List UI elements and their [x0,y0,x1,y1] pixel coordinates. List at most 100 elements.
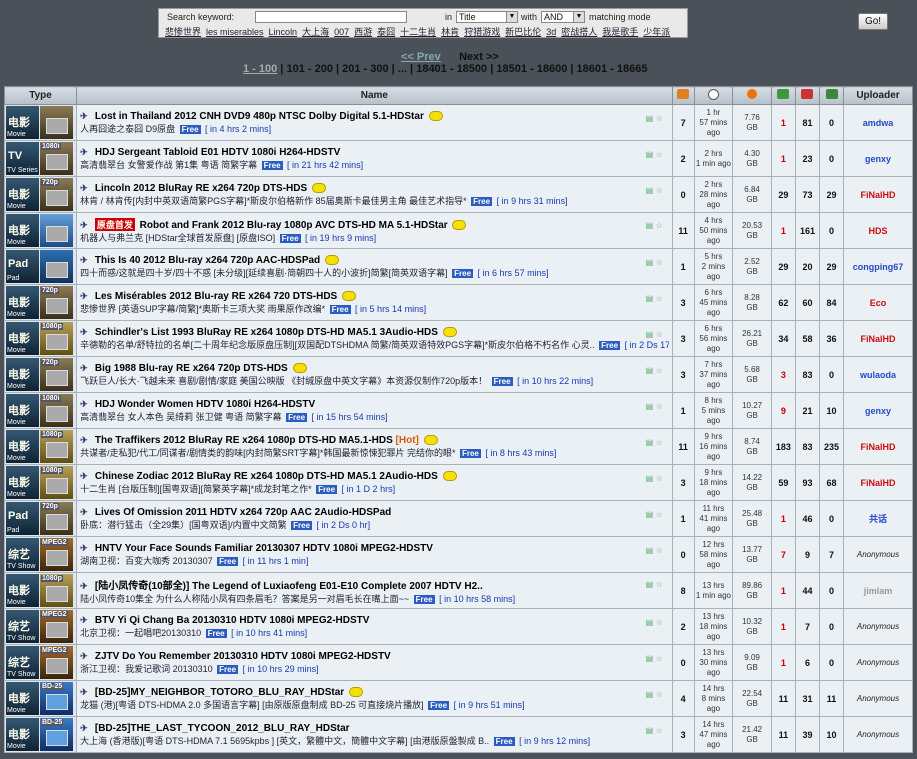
category-icon[interactable]: Pad Pad [6,502,39,535]
table-row[interactable]: 综艺 TV Show MPEG2 ✈ BTV Yi Qi Chang Ba 201… [3,608,913,645]
col-name[interactable]: Name [76,86,673,105]
uploader-name[interactable]: genxy [843,140,913,177]
download-icon[interactable]: ▤ [646,294,656,304]
download-icon[interactable]: ▤ [646,221,656,231]
seeders-count[interactable]: 62 [770,284,796,321]
download-icon[interactable]: ▤ [646,690,656,700]
table-row[interactable]: 电影 Movie ✈ Lost in Thailand 2012 CNH DVD9… [3,104,913,141]
download-icon[interactable]: ▤ [646,186,656,196]
table-row[interactable]: 综艺 TV Show MPEG2 ✈ HNTV Your Face Sounds … [3,536,913,573]
seeders-count[interactable]: 11 [770,680,796,717]
completed-count[interactable]: 0 [818,212,845,249]
uploader-name[interactable]: Anonymous [843,680,913,717]
category-icon[interactable]: Pad Pad [6,250,39,283]
media-icon[interactable] [40,250,73,283]
bookmark-icon[interactable]: ☆ [656,510,666,520]
completed-count[interactable]: 68 [818,464,845,501]
uploader-name[interactable]: jimlam [843,572,913,609]
completed-count[interactable]: 7 [818,536,845,573]
download-icon[interactable]: ▤ [646,580,656,590]
leechers-count[interactable]: 46 [794,500,820,537]
hot-keyword-link[interactable]: 我是歌手 [602,27,638,37]
torrent-title-link[interactable]: Big 1988 Blu-ray RE x264 720p DTS-HDS [95,363,288,374]
col-seeders[interactable] [770,86,796,105]
table-row[interactable]: TV TV Series 1080i ✈ HDJ Sergeant Tabloid… [3,140,913,177]
bookmark-icon[interactable]: ☆ [656,114,666,124]
hot-keyword-link[interactable]: Lincoln [269,27,298,37]
comments-count[interactable]: 3 [671,716,695,753]
bookmark-icon[interactable]: ☆ [656,654,666,664]
uploader-name[interactable]: 共话 [843,500,913,537]
next-link[interactable]: Next >> [459,51,499,63]
download-icon[interactable]: ▤ [646,438,656,448]
completed-count[interactable]: 0 [818,140,845,177]
bookmark-icon[interactable]: ☆ [656,474,666,484]
comments-count[interactable]: 3 [671,320,695,357]
media-icon[interactable]: 720p [40,502,73,535]
download-icon[interactable]: ▤ [646,618,656,628]
category-icon[interactable]: 电影 Movie [6,682,39,715]
table-row[interactable]: 电影 Movie 1080p ✈ The Traffikers 2012 BluR… [3,428,913,465]
col-completed[interactable] [818,86,845,105]
hot-keyword-link[interactable]: 007 [334,27,349,37]
leechers-count[interactable]: 58 [794,320,820,357]
download-icon[interactable]: ▤ [646,510,656,520]
seeders-count[interactable]: 7 [770,536,796,573]
comments-count[interactable]: 1 [671,500,695,537]
torrent-title-link[interactable]: This Is 40 2012 Blu-ray x264 720p AAC-HD… [95,255,320,266]
completed-count[interactable]: 36 [818,320,845,357]
hot-keyword-link[interactable]: 西游 [354,27,372,37]
uploader-name[interactable]: Anonymous [843,716,913,753]
prev-link[interactable]: << Prev [401,51,441,63]
table-row[interactable]: 电影 Movie BD-25 ✈ [BD-25]THE_LAST_TYCOON_2… [3,716,913,753]
media-icon[interactable]: BD-25 [40,718,73,751]
download-icon[interactable]: ▤ [646,258,656,268]
media-icon[interactable]: MPEG2 [40,646,73,679]
table-row[interactable]: 电影 Movie 720p ✈ Les Misérables 2012 Blu-r… [3,284,913,321]
leechers-count[interactable]: 83 [794,356,820,393]
torrent-title-link[interactable]: Schindler's List 1993 BluRay RE x264 108… [95,327,438,338]
category-icon[interactable]: 电影 Movie [6,718,39,751]
table-row[interactable]: 电影 Movie 720p ✈ Big 1988 Blu-ray RE x264 … [3,356,913,393]
seeders-count[interactable]: 1 [770,572,796,609]
completed-count[interactable]: 10 [818,392,845,429]
bookmark-icon[interactable]: ☆ [656,330,666,340]
col-uploader[interactable]: Uploader [843,86,913,105]
torrent-title-link[interactable]: Chinese Zodiac 2012 BluRay RE x264 1080p… [95,471,438,482]
page-link[interactable]: 18601 - 18665 [577,63,648,75]
comments-count[interactable]: 0 [671,176,695,213]
seeders-count[interactable]: 11 [770,716,796,753]
comments-count[interactable]: 1 [671,248,695,285]
category-icon[interactable]: 电影 Movie [6,358,39,391]
uploader-name[interactable]: FiNalHD [843,428,913,465]
torrent-title-link[interactable]: HDJ Wonder Women HDTV 1080i H264-HDSTV [95,399,315,410]
download-icon[interactable]: ▤ [646,726,656,736]
hot-keyword-link[interactable]: les miserables [206,27,264,37]
completed-count[interactable]: 0 [818,572,845,609]
leechers-count[interactable]: 7 [794,608,820,645]
torrent-title-link[interactable]: [BD-25]THE_LAST_TYCOON_2012_BLU_RAY_HDSt… [95,723,350,734]
seeders-count[interactable]: 1 [770,104,796,141]
page-link[interactable]: 201 - 300 [342,63,388,75]
leechers-count[interactable]: 6 [794,644,820,681]
hot-keyword-link[interactable]: 悲惨世界 [165,27,201,37]
completed-count[interactable]: 84 [818,284,845,321]
torrent-title-link[interactable]: [陆小凤传奇(10部全)] The Legend of Luxiaofeng E… [95,581,483,592]
download-icon[interactable]: ▤ [646,114,656,124]
uploader-name[interactable]: FiNalHD [843,176,913,213]
table-row[interactable]: 电影 Movie 720p ✈ Lincoln 2012 BluRay RE x2… [3,176,913,213]
page-link[interactable]: 101 - 200 [286,63,332,75]
comments-count[interactable]: 2 [671,608,695,645]
search-input[interactable] [255,11,407,23]
media-icon[interactable]: 1080p [40,430,73,463]
seeders-count[interactable]: 34 [770,320,796,357]
comments-count[interactable]: 0 [671,536,695,573]
col-comments[interactable] [671,86,695,105]
completed-count[interactable]: 29 [818,248,845,285]
media-icon[interactable] [40,214,73,247]
comments-count[interactable]: 4 [671,680,695,717]
comments-count[interactable]: 0 [671,644,695,681]
leechers-count[interactable]: 73 [794,176,820,213]
media-icon[interactable]: MPEG2 [40,610,73,643]
go-button[interactable]: Go! [858,13,888,30]
